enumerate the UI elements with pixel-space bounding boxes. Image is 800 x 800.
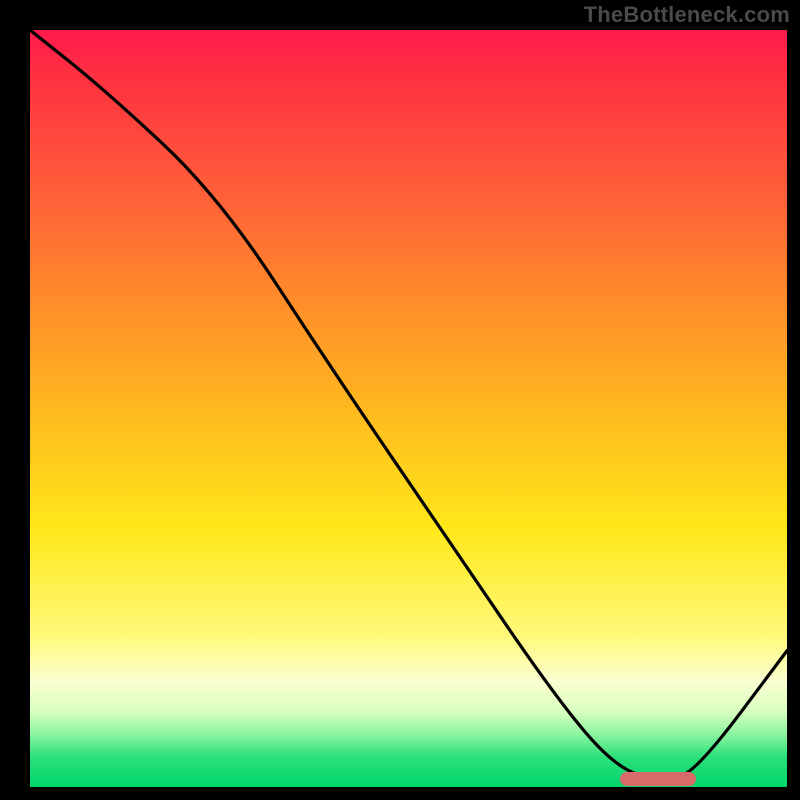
curve-svg [30,30,787,787]
bottleneck-curve-path [30,30,787,778]
chart-frame: TheBottleneck.com [0,0,800,800]
optimal-range-marker [620,772,696,786]
watermark-text: TheBottleneck.com [584,2,790,28]
plot-area [30,30,787,787]
